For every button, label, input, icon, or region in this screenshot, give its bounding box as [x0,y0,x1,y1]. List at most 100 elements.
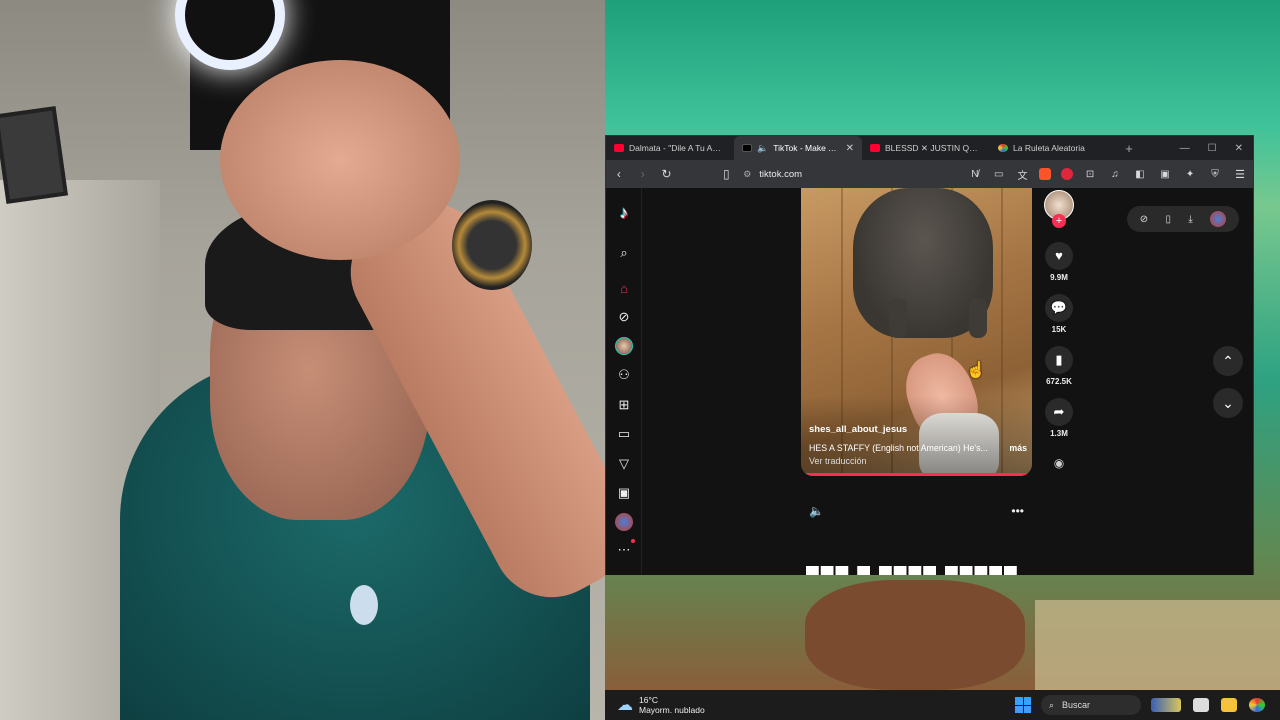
brave-shields-icon[interactable] [1039,168,1052,180]
tiktok-icon [742,144,752,152]
user-avatar[interactable] [1210,211,1227,227]
music-disc-icon[interactable]: ◉ [1051,456,1067,472]
copilot-icon[interactable] [1249,698,1265,712]
live-icon[interactable]: ▣ [615,484,633,502]
upload-icon[interactable]: ⊞ [615,396,633,414]
leo-ai-icon[interactable]: ✦ [1183,169,1197,180]
messages-icon[interactable]: ▭ [615,425,633,443]
video-author[interactable]: shes_all_about_jesus [809,424,1027,435]
tiktok-logo-icon[interactable]: ♪ [615,203,633,222]
save-button[interactable]: ▮ 672.5K [1045,346,1073,386]
wristwatch [452,200,532,290]
webcam-feed [0,0,605,720]
speaker-icon: 🔈 [757,142,769,153]
youtube-icon [870,144,880,152]
next-video-button[interactable]: ⌄ [1213,388,1243,418]
roulette-icon [998,144,1008,152]
video-controls: 🔈 ••• [801,504,1032,518]
inbox-icon[interactable]: ▽ [615,455,633,473]
account-avatar[interactable] [615,513,633,531]
like-button[interactable]: ♥ 9.9M [1045,242,1073,282]
temperature: 16°C [639,695,658,705]
tab-title: TikTok - Make Your Day [773,143,840,153]
video-player[interactable]: shes_all_about_jesus HES A STAFFY (Engli… [801,188,1032,476]
share-count: 1.3M [1050,429,1068,438]
screen: Dalmata - "Dile A Tu Amiga" 🔈 TikTok - M… [0,0,1280,720]
tab-tiktok[interactable]: 🔈 TikTok - Make Your Day ✕ [734,136,862,160]
search-icon[interactable]: ⌕ [615,244,633,262]
back-icon[interactable]: ‹ [612,167,626,181]
tiktok-sidebar: ♪ ⌕ ⌂ ⊘ ⚇ ⊞ ▭ ▽ ▣ ⋯ [606,188,642,575]
cloud-icon: ☁ [617,697,633,714]
explore-icon[interactable]: ⊘ [615,308,633,326]
wallpaper-sand [1035,600,1280,690]
hand-pointer-icon: ☝ [966,362,986,379]
media-icon[interactable]: ♫ [1108,169,1122,180]
volume-icon[interactable]: 🔈 [809,504,824,518]
close-tab-icon[interactable]: ✕ [846,143,854,154]
home-icon[interactable]: ⌂ [615,279,633,297]
translate-icon[interactable]: 文 [1016,167,1030,182]
site-info-icon[interactable]: ⚙ [743,169,751,180]
widgets-icon[interactable] [1151,698,1181,712]
wallet-icon[interactable]: ▣ [1158,169,1172,180]
comment-button[interactable]: 💬 15K [1045,294,1073,334]
taskbar-search[interactable]: ⌕ Buscar [1041,695,1141,715]
video-description: HES A STAFFY (English not American) He's… [809,443,1027,453]
more-link[interactable]: más [1009,443,1027,453]
brave-rewards-icon[interactable] [1061,168,1074,180]
bookmark-icon[interactable]: ▯ [719,167,733,181]
tab-dalmata[interactable]: Dalmata - "Dile A Tu Amiga" [606,136,734,160]
new-tab-icon[interactable]: + [1118,141,1140,156]
more-options-icon[interactable]: ••• [1011,504,1024,518]
wallpaper-terrain [805,580,1025,690]
share-button[interactable]: ➦ 1.3M [1045,398,1073,438]
url-text: tiktok.com [759,168,803,180]
browser-window: Dalmata - "Dile A Tu Amiga" 🔈 TikTok - M… [605,135,1254,575]
save-count: 672.5K [1046,377,1072,386]
shirt-logo [350,585,378,625]
menu-icon[interactable]: ☰ [1233,168,1247,181]
download-icon[interactable]: ⤓ [1188,214,1192,225]
video-caption: shes_all_about_jesus HES A STAFFY (Engli… [809,424,1027,466]
no-translate-icon[interactable]: N̸ [968,169,982,180]
profile-avatar[interactable] [615,337,633,355]
weather-condition: Mayorm. nublado [639,705,705,715]
follow-plus-icon[interactable]: + [1052,214,1066,228]
taskbar: ☁ 16°C Mayorm. nublado ⌕ Buscar [605,690,1280,720]
translate-link[interactable]: Ver traducción [809,456,1027,466]
tab-blessd[interactable]: BLESSD ✕ JUSTIN QUILES [862,136,990,160]
minimize-icon[interactable]: — [1180,143,1190,154]
device-icon[interactable]: ▯ [1166,214,1172,225]
reload-icon[interactable]: ↻ [660,167,674,181]
task-view-icon[interactable] [1193,698,1209,712]
taskbar-apps [1151,698,1265,712]
sidebar-toggle-icon[interactable]: ◧ [1133,169,1147,180]
bookmark-icon: ▮ [1045,346,1073,374]
tab-title: La Ruleta Aleatoria [1013,143,1085,153]
compass-icon[interactable]: ⊘ [1140,214,1148,225]
heart-icon: ♥ [1045,242,1073,270]
forward-icon[interactable]: › [636,167,650,181]
screenshot-icon[interactable]: ⊡ [1083,169,1097,180]
weather-text: 16°C Mayorm. nublado [639,695,705,715]
weather-widget[interactable]: ☁ 16°C Mayorm. nublado [605,695,1015,715]
tab-title: BLESSD ✕ JUSTIN QUILES [885,142,982,153]
background-sign [0,0,190,60]
following-icon[interactable]: ⚇ [615,366,633,384]
file-explorer-icon[interactable] [1221,698,1237,712]
maximize-icon[interactable]: ☐ [1208,143,1217,154]
vpn-icon[interactable]: ⛨ [1208,169,1222,180]
browser-toolbar: ‹ › ↻ ▯ ⚙ tiktok.com N̸ ▭ 文 ⊡ ♫ ◧ ▣ ✦ ⛨ … [606,160,1253,188]
tab-ruleta[interactable]: La Ruleta Aleatoria [990,136,1118,160]
previous-video-button[interactable]: ⌃ [1213,346,1243,376]
video-progress-bar[interactable] [801,473,1032,476]
address-bar[interactable]: ⚙ tiktok.com [743,169,958,180]
tab-bar: Dalmata - "Dile A Tu Amiga" 🔈 TikTok - M… [606,136,1253,160]
comment-count: 15K [1051,325,1067,334]
comment-icon: 💬 [1045,294,1073,322]
more-icon[interactable]: ⋯ [615,539,635,559]
windows-start-icon[interactable] [1015,697,1031,713]
cast-icon[interactable]: ▭ [992,169,1006,180]
close-window-icon[interactable]: ✕ [1235,143,1243,154]
